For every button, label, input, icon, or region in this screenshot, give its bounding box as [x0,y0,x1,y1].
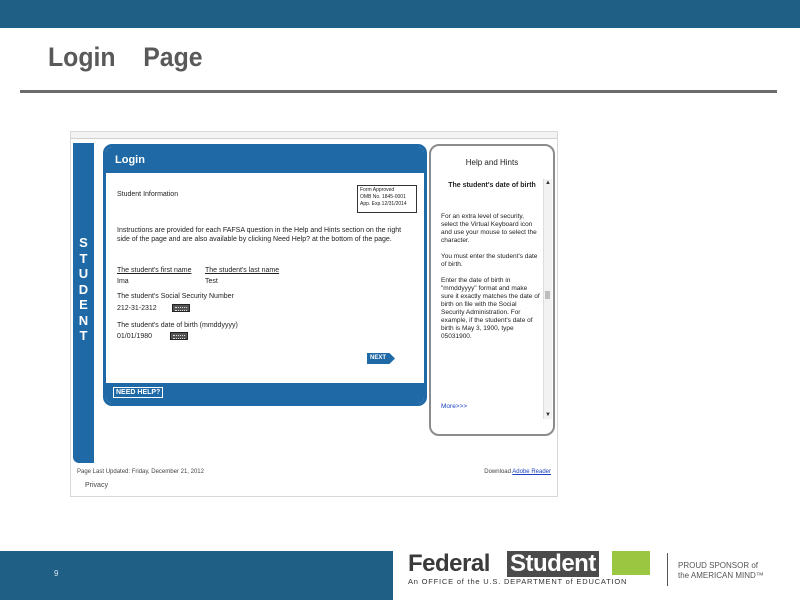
virtual-keyboard-icon[interactable] [172,304,190,312]
title-divider [20,90,777,93]
sidebar-letters: S T U D E N T [73,235,94,344]
sidebar-letter: T [79,328,88,343]
logo-federal-text: Federal [408,550,490,577]
dob-field[interactable]: 01/01/1980 [117,332,152,341]
logo-tagline: PROUD SPONSOR of the AMERICAN MIND™ [678,561,764,581]
help-title: Help and Hints [465,158,519,167]
logo-divider [667,553,668,586]
privacy-link[interactable]: Privacy [85,482,108,489]
page-updated-text: Page Last Updated: Friday, December 21, … [77,469,204,475]
sidebar-letter: U [78,266,89,281]
last-name-label: The student's last name [205,267,280,274]
logo-tagline-line: PROUD SPONSOR of [678,561,759,570]
logo-student-text: Student [507,551,599,577]
login-panel: Login Student Information Form Approved … [103,144,427,406]
login-title: Login [115,154,145,166]
browser-strip [71,132,557,139]
logo-tagline-line: the AMERICAN MIND™ [678,571,764,580]
download-prefix: Download [484,469,511,475]
login-footer: NEED HELP? [106,383,424,403]
form-approved-line: OMB No. 1845-0001 [360,194,406,200]
first-name-label: The student's first name [117,267,192,274]
scroll-up-icon[interactable]: ▲ [545,180,551,186]
logo-subtitle: An OFFICE of the U.S. DEPARTMENT of EDUC… [408,577,628,586]
download-text: Download Adobe Reader [484,469,551,475]
adobe-reader-link[interactable]: Adobe Reader [512,469,551,475]
section-title: Student Information [117,191,179,198]
form-approved-box: Form Approved OMB No. 1845-0001 App. Exp… [357,185,417,213]
help-subtitle: The student's date of birth [448,182,536,189]
need-help-button[interactable]: NEED HELP? [113,387,164,398]
scroll-down-icon[interactable]: ▼ [545,412,551,418]
sidebar-letter: D [78,281,89,297]
instructions-text: Instructions are provided for each FAFSA… [117,227,402,243]
sidebar-letter: N [78,312,89,328]
ssn-label: The student's Social Security Number [117,293,234,300]
help-paragraph: You must enter the student's date of bir… [441,253,538,268]
bottom-banner [0,551,393,600]
help-hints-panel: Help and Hints The student's date of bir… [429,144,555,436]
virtual-keyboard-icon[interactable] [170,332,188,340]
page-number: 9 [54,569,59,578]
federal-student-aid-logo: Federal Student An OFFICE of the U.S. DE… [408,551,798,591]
more-link[interactable]: More>>> [441,403,467,410]
sidebar-letter: T [79,250,88,266]
form-approved-line: Form Approved [360,187,395,193]
help-paragraph: Enter the date of birth in "mmddyyyy" fo… [441,277,540,340]
scroll-thumb[interactable] [545,291,550,299]
student-sidebar: S T U D E N T [73,143,94,463]
next-button[interactable]: NEXT [367,353,395,364]
help-scrollbar[interactable]: ▲ ▼ [543,179,552,419]
first-name-field[interactable]: Ima [117,277,129,286]
help-paragraph: For an extra level of security, select t… [441,213,537,244]
top-banner [0,0,800,28]
sidebar-letter: S [79,235,88,250]
help-body: For an extra level of security, select t… [441,213,541,349]
sidebar-letter: E [79,297,88,312]
form-approved-line: App. Exp.12/31/2014 [360,201,407,207]
login-header: Login [106,147,424,173]
ssn-field[interactable]: 212-31-2312 [117,304,157,313]
dob-label: The student's date of birth (mmddyyyy) [117,322,238,329]
last-name-field[interactable]: Test [205,277,218,286]
logo-green-block [612,551,650,575]
fafsa-screenshot: S T U D E N T Login Student Information … [70,131,558,497]
slide-title: Login Page [48,42,203,72]
